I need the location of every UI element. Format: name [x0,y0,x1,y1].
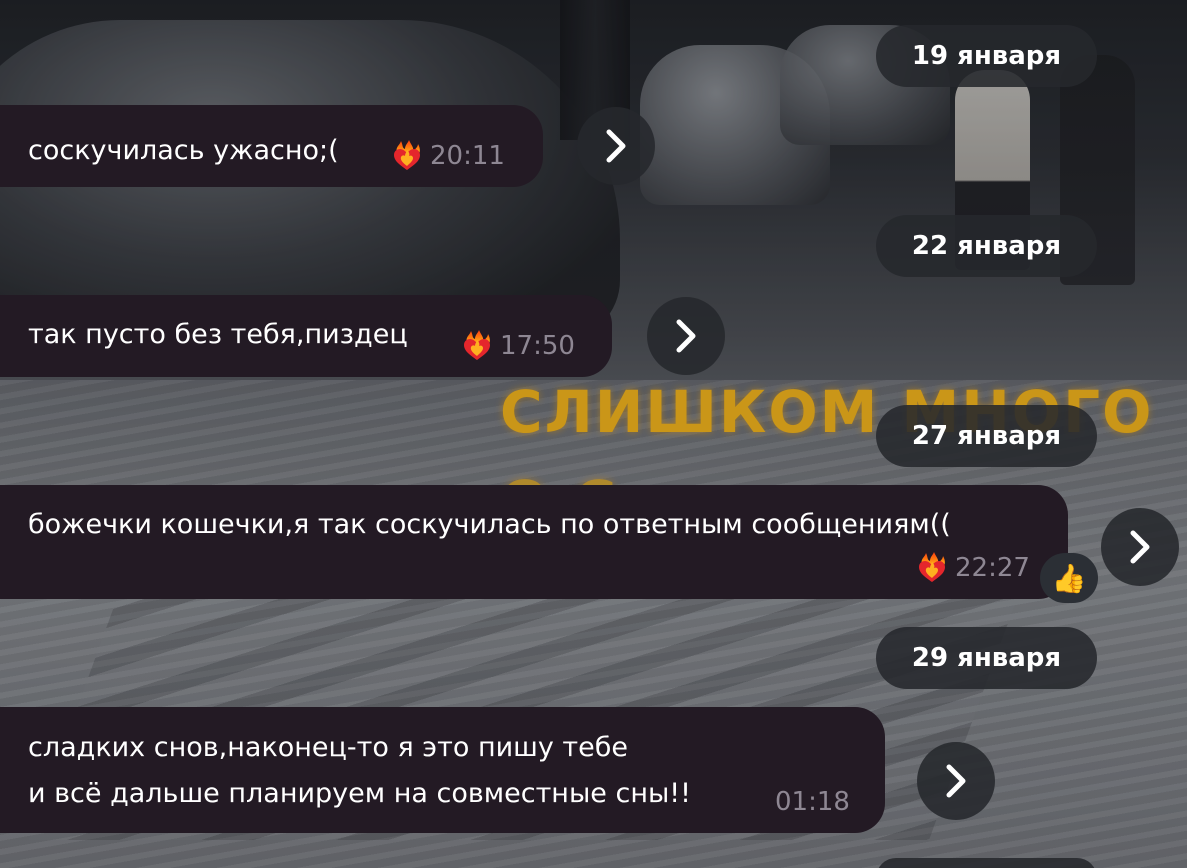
heart-on-fire-icon [915,551,949,585]
forward-button[interactable] [577,107,655,185]
message-time: 20:11 [430,141,505,171]
message-text: соскучилась ужасно;( [28,135,339,166]
date-separator: 27 января [876,405,1097,467]
message-time: 22:27 [955,553,1030,583]
date-separator: 22 января [876,215,1097,277]
message-bubble[interactable]: соскучилась ужасно;( 20:11 [0,105,543,187]
message-bubble[interactable]: божечки кошечки,я так соскучилась по отв… [0,485,1068,599]
message-bubble[interactable]: сладких снов,наконец-то я это пишу тебе … [0,707,885,833]
message-time: 01:18 [775,787,850,817]
thumbs-up-icon: 👍 [1051,561,1087,595]
message-bubble[interactable]: так пусто без тебя,пиздец 17:50 [0,295,612,377]
forward-button[interactable] [647,297,725,375]
chevron-right-icon [676,319,696,353]
chevron-right-icon [946,764,966,798]
forward-button[interactable] [1101,508,1179,586]
message-text: сладких снов,наконец-то я это пишу тебе [28,732,629,763]
message-time: 17:50 [500,331,575,361]
date-separator: 29 января [876,627,1097,689]
message-text: так пусто без тебя,пиздец [28,319,408,350]
heart-on-fire-icon [460,329,494,363]
forward-button[interactable] [917,742,995,820]
heart-on-fire-icon [390,139,424,173]
message-text: и всё дальше планируем на совместные сны… [28,778,691,809]
message-text: божечки кошечки,я так соскучилась по отв… [28,509,951,540]
thumbs-up-reaction[interactable]: 👍 [1040,553,1098,603]
chevron-right-icon [1130,530,1150,564]
date-separator [876,858,1097,868]
chevron-right-icon [606,129,626,163]
date-separator: 19 января [876,25,1097,87]
